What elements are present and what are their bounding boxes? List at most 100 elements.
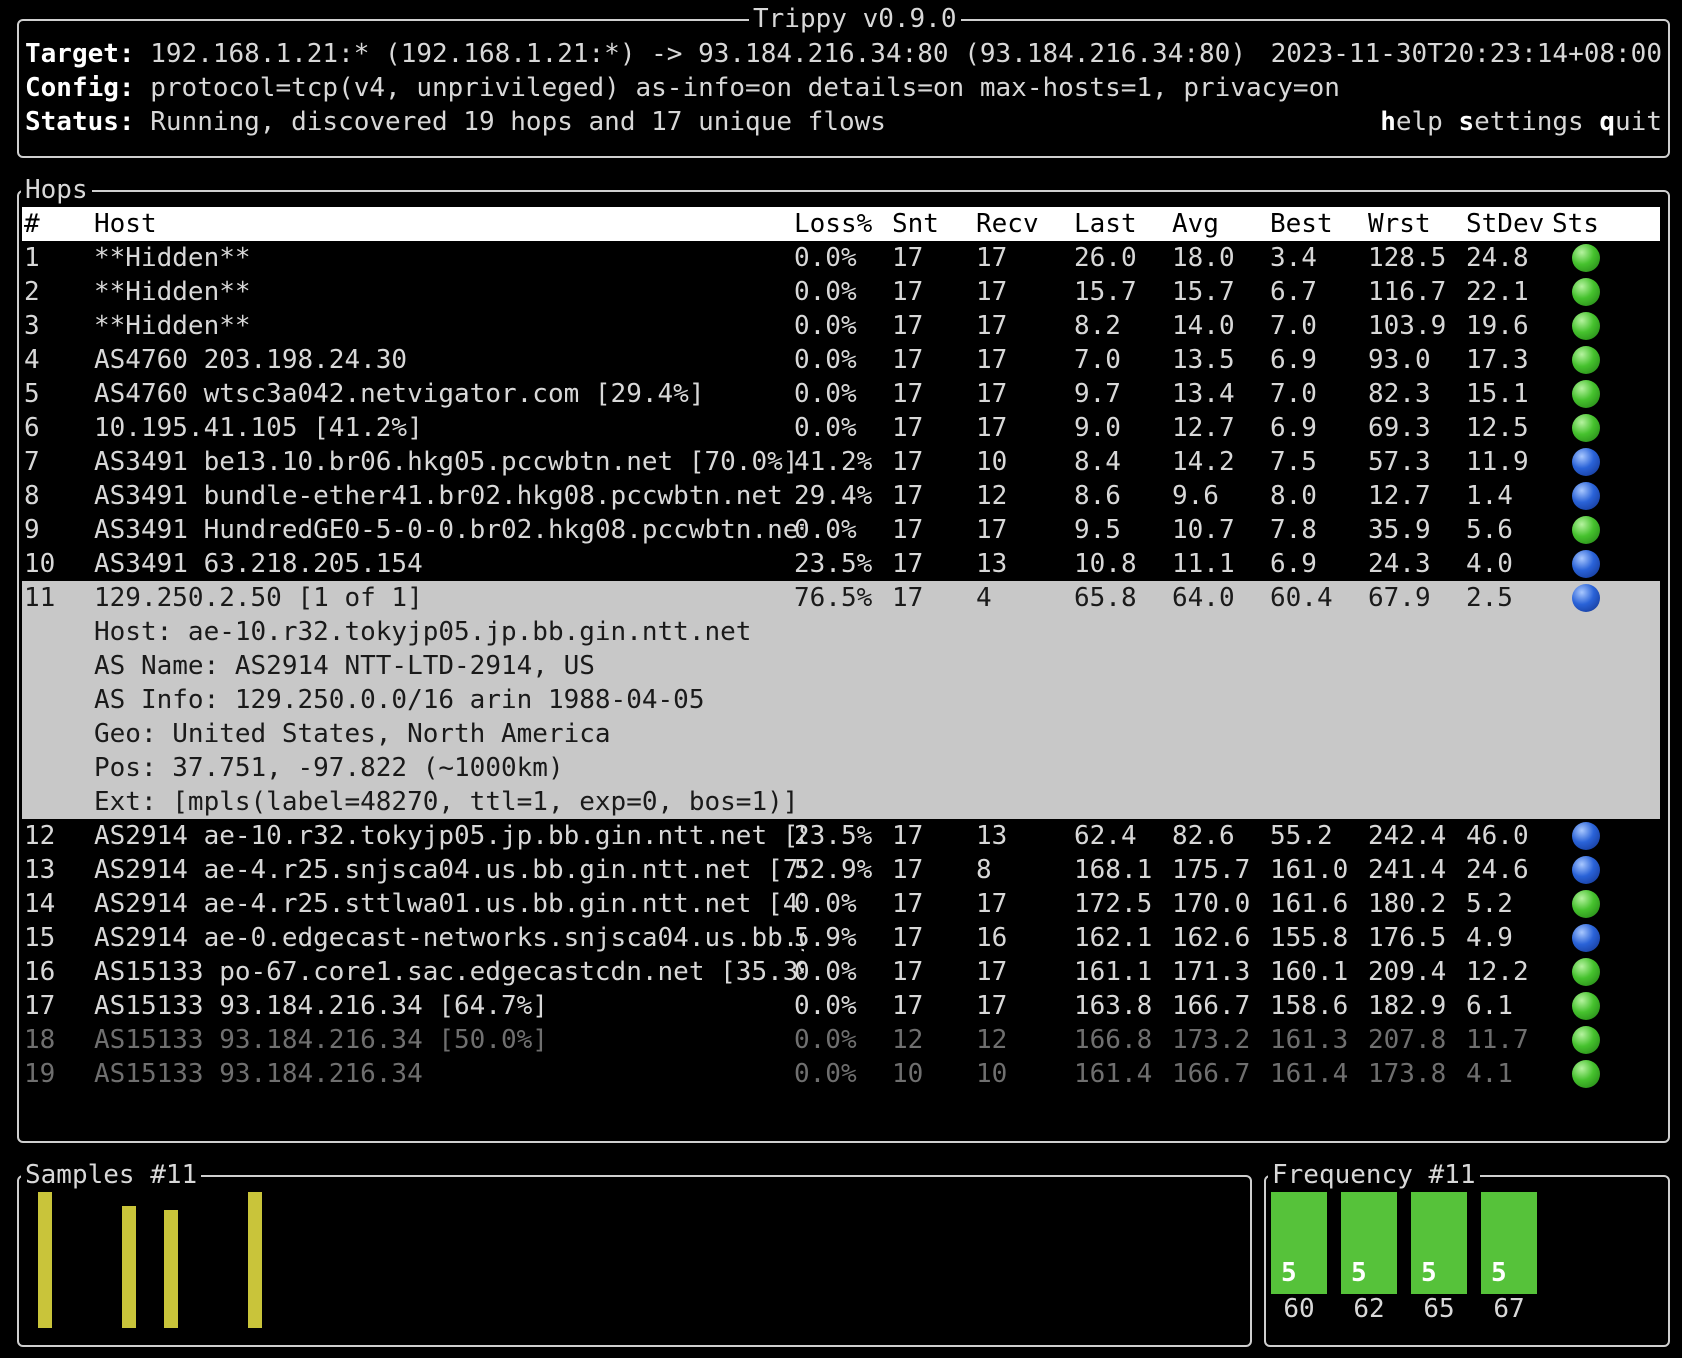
cell-stdev: 2.5 [1466,583,1513,613]
cell-loss: 29.4% [794,481,873,511]
frequency-title: Frequency #11 [1268,1158,1480,1192]
cell-n: 13 [24,855,56,885]
green-status-icon [1572,1026,1600,1054]
cell-loss: 0.0% [794,957,857,987]
cell-wrst: 242.4 [1368,821,1447,851]
cell-snt: 17 [892,413,924,443]
hop-row[interactable]: 15 AS2914 ae-0.edgecast-networks.snjsca04… [22,921,1660,955]
menu-quit[interactable]: quit [1599,107,1662,137]
cell-last: 10.8 [1074,549,1137,579]
hop-row[interactable]: 11 129.250.2.50 [1 of 1] 76.5% 17 4 65.8 64.0 6… [22,581,1660,615]
cell-wrst: 82.3 [1368,379,1431,409]
hop-row[interactable]: 19 AS15133 93.184.216.34 0.0% 10 10 161.4 166.… [22,1057,1660,1091]
cell-host: Host [94,209,157,239]
cell-recv: 8 [976,855,992,885]
hop-row[interactable]: 16 AS15133 po-67.core1.sac.edgecastcdn.ne… [22,955,1660,989]
cell-wrst: 180.2 [1368,889,1447,919]
cell-wrst: 57.3 [1368,447,1431,477]
cell-n: 2 [24,277,40,307]
cell-wrst: 128.5 [1368,243,1447,273]
cell-wrst: 69.3 [1368,413,1431,443]
cell-n: 12 [24,821,56,851]
cell-host: **Hidden** [94,277,251,307]
hop-row[interactable]: 5 AS4760 wtsc3a042.netvigator.com [29.4%]… [22,377,1660,411]
hop-row[interactable]: 6 10.195.41.105 [41.2%] 0.0% 17 17 9.0 12.7 6.9… [22,411,1660,445]
cell-last: 166.8 [1074,1025,1153,1055]
hop-row[interactable]: 2 **Hidden** 0.0% 17 17 15.7 15.7 6.7 116.7 22.1 [22,275,1660,309]
hop-detail-text: AS Name: AS2914 NTT-LTD-2914, US [94,651,595,681]
cell-last: 9.5 [1074,515,1121,545]
cell-recv: 17 [976,345,1008,375]
cell-avg: 15.7 [1172,277,1235,307]
hop-row[interactable]: 4 AS4760 203.198.24.30 0.0% 17 17 7.0 13.5 6.9 9… [22,343,1660,377]
frequency-label: 65 [1423,1294,1455,1324]
cell-avg: 13.4 [1172,379,1235,409]
frequency-value: 5 [1491,1258,1507,1288]
cell-recv: Recv [976,209,1039,239]
cell-best: 161.4 [1270,1059,1349,1089]
green-status-icon [1572,992,1600,1020]
cell-wrst: 24.3 [1368,549,1431,579]
hop-row[interactable]: 1 **Hidden** 0.0% 17 17 26.0 18.0 3.4 128.5 24.8 [22,241,1660,275]
cell-stdev: StDev [1466,209,1545,239]
hop-detail-text: Ext: [mpls(label=48270, ttl=1, exp=0, bo… [94,787,799,817]
hop-row[interactable]: 8 AS3491 bundle-ether41.br02.hkg08.pccwbt… [22,479,1660,513]
cell-n: 5 [24,379,40,409]
cell-loss: 23.5% [794,821,873,851]
hop-row[interactable]: 12 AS2914 ae-10.r32.tokyjp05.jp.bb.gin.nt… [22,819,1660,853]
cell-last: 15.7 [1074,277,1137,307]
cell-avg: 12.7 [1172,413,1235,443]
cell-loss: 0.0% [794,991,857,1021]
cell-snt: 17 [892,855,924,885]
menu-help[interactable]: help [1380,107,1443,137]
cell-n: 9 [24,515,40,545]
cell-loss: 0.0% [794,277,857,307]
hop-row[interactable]: 14 AS2914 ae-4.r25.sttlwa01.us.bb.gin.ntt… [22,887,1660,921]
cell-best: 7.0 [1270,311,1317,341]
cell-host: AS2914 ae-4.r25.snjsca04.us.bb.gin.ntt.n… [94,855,804,885]
cell-best: 161.6 [1270,889,1349,919]
cell-avg: 13.5 [1172,345,1235,375]
hop-row[interactable]: 9 AS3491 HundredGE0-5-0-0.br02.hkg08.pccw… [22,513,1660,547]
cell-avg: 14.2 [1172,447,1235,477]
target-label: Target: [25,39,135,69]
hop-row[interactable]: 3 **Hidden** 0.0% 17 17 8.2 14.0 7.0 103.9 19.6 [22,309,1660,343]
cell-snt: 17 [892,447,924,477]
cell-last: 26.0 [1074,243,1137,273]
cell-recv: 17 [976,413,1008,443]
hop-row[interactable]: 7 AS3491 be13.10.br06.hkg05.pccwbtn.net [… [22,445,1660,479]
cell-wrst: 116.7 [1368,277,1447,307]
cell-best: Best [1270,209,1333,239]
cell-n: 10 [24,549,56,579]
cell-n: 4 [24,345,40,375]
cell-host: AS4760 wtsc3a042.netvigator.com [29.4%] [94,379,705,409]
cell-avg: 14.0 [1172,311,1235,341]
cell-loss: Loss% [794,209,873,239]
target-value: 192.168.1.21:* (192.168.1.21:*) -> 93.18… [150,39,1246,69]
green-status-icon [1572,244,1600,272]
cell-avg: 162.6 [1172,923,1251,953]
frequency-label: 62 [1353,1294,1385,1324]
cell-wrst: 207.8 [1368,1025,1447,1055]
cell-snt: 17 [892,923,924,953]
cell-snt: 17 [892,515,924,545]
blue-status-icon [1572,584,1600,612]
cell-loss: 0.0% [794,379,857,409]
cell-stdev: 4.1 [1466,1059,1513,1089]
cell-best: 7.8 [1270,515,1317,545]
cell-wrst: 176.5 [1368,923,1447,953]
cell-n: 3 [24,311,40,341]
hop-row[interactable]: 17 AS15133 93.184.216.34 [64.7%] 0.0% 17 17 1… [22,989,1660,1023]
hop-row[interactable]: 10 AS3491 63.218.205.154 23.5% 17 13 10.8 11.1… [22,547,1660,581]
cell-stdev: 11.7 [1466,1025,1529,1055]
cell-stdev: 11.9 [1466,447,1529,477]
cell-n: 6 [24,413,40,443]
cell-recv: 17 [976,889,1008,919]
cell-avg: 170.0 [1172,889,1251,919]
cell-last: 163.8 [1074,991,1153,1021]
hop-row[interactable]: 18 AS15133 93.184.216.34 [50.0%] 0.0% 12 12 1… [22,1023,1660,1057]
cell-wrst: Wrst [1368,209,1431,239]
menu-settings[interactable]: settings [1458,107,1583,137]
hop-row[interactable]: 13 AS2914 ae-4.r25.snjsca04.us.bb.gin.ntt… [22,853,1660,887]
cell-snt: 17 [892,277,924,307]
